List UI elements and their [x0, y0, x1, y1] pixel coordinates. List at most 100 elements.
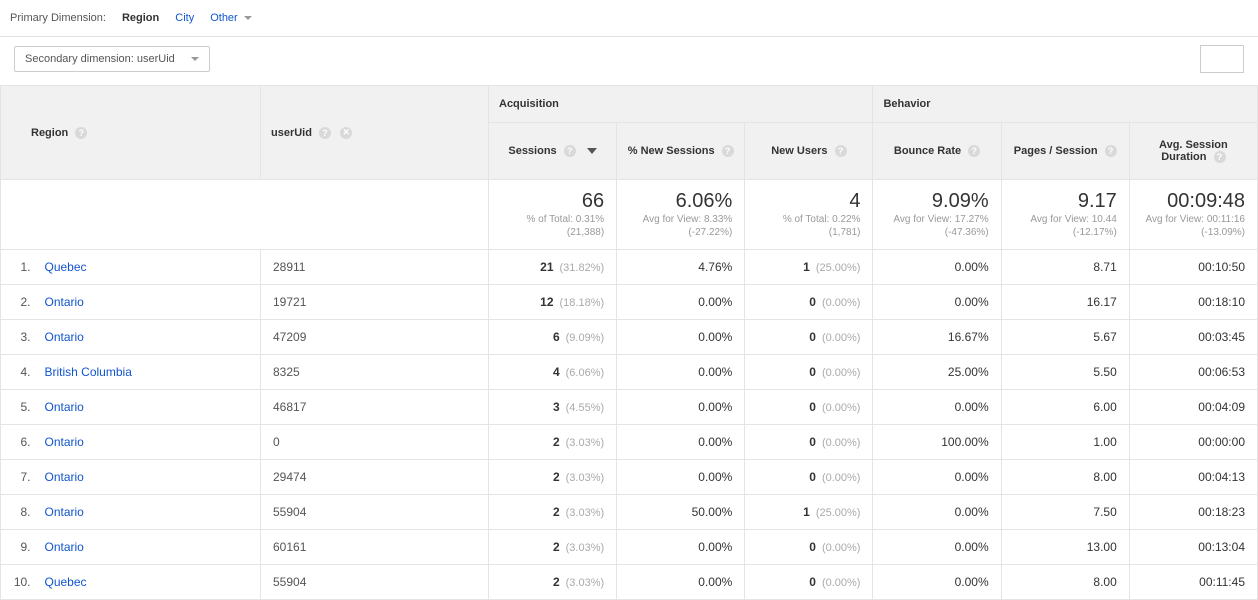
help-icon[interactable]: ? — [564, 145, 576, 157]
uid-value: 47209 — [261, 320, 489, 355]
region-link[interactable]: Ontario — [35, 285, 261, 320]
newusers-value: 0(0.00%) — [745, 285, 873, 320]
column-header-region[interactable]: Region ? — [1, 86, 261, 180]
tab-other[interactable]: Other — [202, 8, 260, 28]
duration-value: 00:13:04 — [1129, 530, 1257, 565]
help-icon[interactable]: ? — [1105, 145, 1117, 157]
pctnew-value: 0.00% — [617, 530, 745, 565]
newusers-value: 1(25.00%) — [745, 250, 873, 285]
help-icon[interactable]: ? — [75, 127, 87, 139]
row-index: 10. — [1, 565, 35, 600]
table-row: 6.Ontario02(3.03%)0.00%0(0.00%)100.00%1.… — [1, 425, 1258, 460]
sessions-value: 2(3.03%) — [489, 495, 617, 530]
summary-bounce: 9.09% Avg for View: 17.27% (-47.36%) — [873, 180, 1001, 250]
tab-region[interactable]: Region — [114, 8, 167, 28]
region-link[interactable]: Ontario — [35, 530, 261, 565]
pctnew-value: 0.00% — [617, 285, 745, 320]
sessions-header-label: Sessions — [508, 145, 556, 157]
help-icon[interactable]: ? — [319, 127, 331, 139]
table-row: 9.Ontario601612(3.03%)0.00%0(0.00%)0.00%… — [1, 530, 1258, 565]
region-link[interactable]: Ontario — [35, 390, 261, 425]
uid-value: 8325 — [261, 355, 489, 390]
pctnew-value: 0.00% — [617, 425, 745, 460]
column-header-useruid[interactable]: userUid ? ✕ — [261, 86, 489, 180]
column-header-bounce[interactable]: Bounce Rate ? — [873, 123, 1001, 180]
help-icon[interactable]: ? — [835, 145, 847, 157]
sessions-value: 21(31.82%) — [489, 250, 617, 285]
duration-value: 00:18:10 — [1129, 285, 1257, 320]
sessions-value: 2(3.03%) — [489, 425, 617, 460]
secondary-dimension-bar: Secondary dimension: userUid — [0, 37, 1258, 85]
secondary-dimension-label: Secondary dimension: userUid — [25, 53, 175, 65]
bounce-value: 0.00% — [873, 495, 1001, 530]
bounce-value: 0.00% — [873, 565, 1001, 600]
newusers-value: 0(0.00%) — [745, 565, 873, 600]
column-header-new-users[interactable]: New Users ? — [745, 123, 873, 180]
row-index: 8. — [1, 495, 35, 530]
region-header-label: Region — [31, 127, 68, 139]
row-index: 1. — [1, 250, 35, 285]
region-link[interactable]: Ontario — [35, 495, 261, 530]
bounce-value: 0.00% — [873, 390, 1001, 425]
pages-value: 5.67 — [1001, 320, 1129, 355]
summary-duration: 00:09:48 Avg for View: 00:11:16 (-13.09%… — [1129, 180, 1257, 250]
column-header-pages[interactable]: Pages / Session ? — [1001, 123, 1129, 180]
region-link[interactable]: Quebec — [35, 565, 261, 600]
summary-sessions: 66 % of Total: 0.31% (21,388) — [489, 180, 617, 250]
duration-value: 00:04:13 — [1129, 460, 1257, 495]
column-header-sessions[interactable]: Sessions ? — [489, 123, 617, 180]
pages-value: 7.50 — [1001, 495, 1129, 530]
column-header-pct-new[interactable]: % New Sessions ? — [617, 123, 745, 180]
column-header-duration[interactable]: Avg. Session Duration ? — [1129, 123, 1257, 180]
duration-value: 00:11:45 — [1129, 565, 1257, 600]
duration-value: 00:00:00 — [1129, 425, 1257, 460]
region-link[interactable]: Quebec — [35, 250, 261, 285]
summary-pctnew: 6.06% Avg for View: 8.33% (-27.22%) — [617, 180, 745, 250]
help-icon[interactable]: ? — [722, 145, 734, 157]
primary-dimension-bar: Primary Dimension: Region City Other — [0, 0, 1258, 37]
newusers-value: 0(0.00%) — [745, 320, 873, 355]
bounce-value: 100.00% — [873, 425, 1001, 460]
table-row: 7.Ontario294742(3.03%)0.00%0(0.00%)0.00%… — [1, 460, 1258, 495]
pages-header-label: Pages / Session — [1014, 145, 1098, 157]
secondary-dimension-dropdown[interactable]: Secondary dimension: userUid — [14, 46, 210, 72]
summary-spacer — [1, 180, 489, 250]
useruid-header-label: userUid — [271, 127, 312, 139]
search-input[interactable] — [1200, 45, 1244, 73]
tab-other-label: Other — [210, 12, 238, 24]
newusers-value: 0(0.00%) — [745, 530, 873, 565]
sort-descending-icon — [587, 148, 597, 154]
sessions-value: 4(6.06%) — [489, 355, 617, 390]
newusers-value: 0(0.00%) — [745, 460, 873, 495]
pctnew-value: 4.76% — [617, 250, 745, 285]
row-index: 2. — [1, 285, 35, 320]
pages-value: 8.71 — [1001, 250, 1129, 285]
region-link[interactable]: Ontario — [35, 320, 261, 355]
tab-city[interactable]: City — [167, 8, 202, 28]
table-row: 1.Quebec2891121(31.82%)4.76%1(25.00%)0.0… — [1, 250, 1258, 285]
remove-icon[interactable]: ✕ — [340, 127, 352, 139]
pctnew-value: 50.00% — [617, 495, 745, 530]
sessions-value: 2(3.03%) — [489, 460, 617, 495]
uid-value: 55904 — [261, 495, 489, 530]
row-index: 7. — [1, 460, 35, 495]
uid-value: 46817 — [261, 390, 489, 425]
region-link[interactable]: British Columbia — [35, 355, 261, 390]
pctnew-value: 0.00% — [617, 390, 745, 425]
uid-value: 55904 — [261, 565, 489, 600]
newusers-value: 1(25.00%) — [745, 495, 873, 530]
sessions-value: 2(3.03%) — [489, 530, 617, 565]
group-header-acquisition: Acquisition — [489, 86, 873, 123]
chevron-down-icon — [244, 16, 252, 20]
region-link[interactable]: Ontario — [35, 460, 261, 495]
table-row: 8.Ontario559042(3.03%)50.00%1(25.00%)0.0… — [1, 495, 1258, 530]
pages-value: 13.00 — [1001, 530, 1129, 565]
help-icon[interactable]: ? — [968, 145, 980, 157]
newusers-value: 0(0.00%) — [745, 425, 873, 460]
sessions-value: 6(9.09%) — [489, 320, 617, 355]
help-icon[interactable]: ? — [1214, 151, 1226, 163]
region-link[interactable]: Ontario — [35, 425, 261, 460]
pages-value: 16.17 — [1001, 285, 1129, 320]
bounce-value: 16.67% — [873, 320, 1001, 355]
pctnew-value: 0.00% — [617, 460, 745, 495]
